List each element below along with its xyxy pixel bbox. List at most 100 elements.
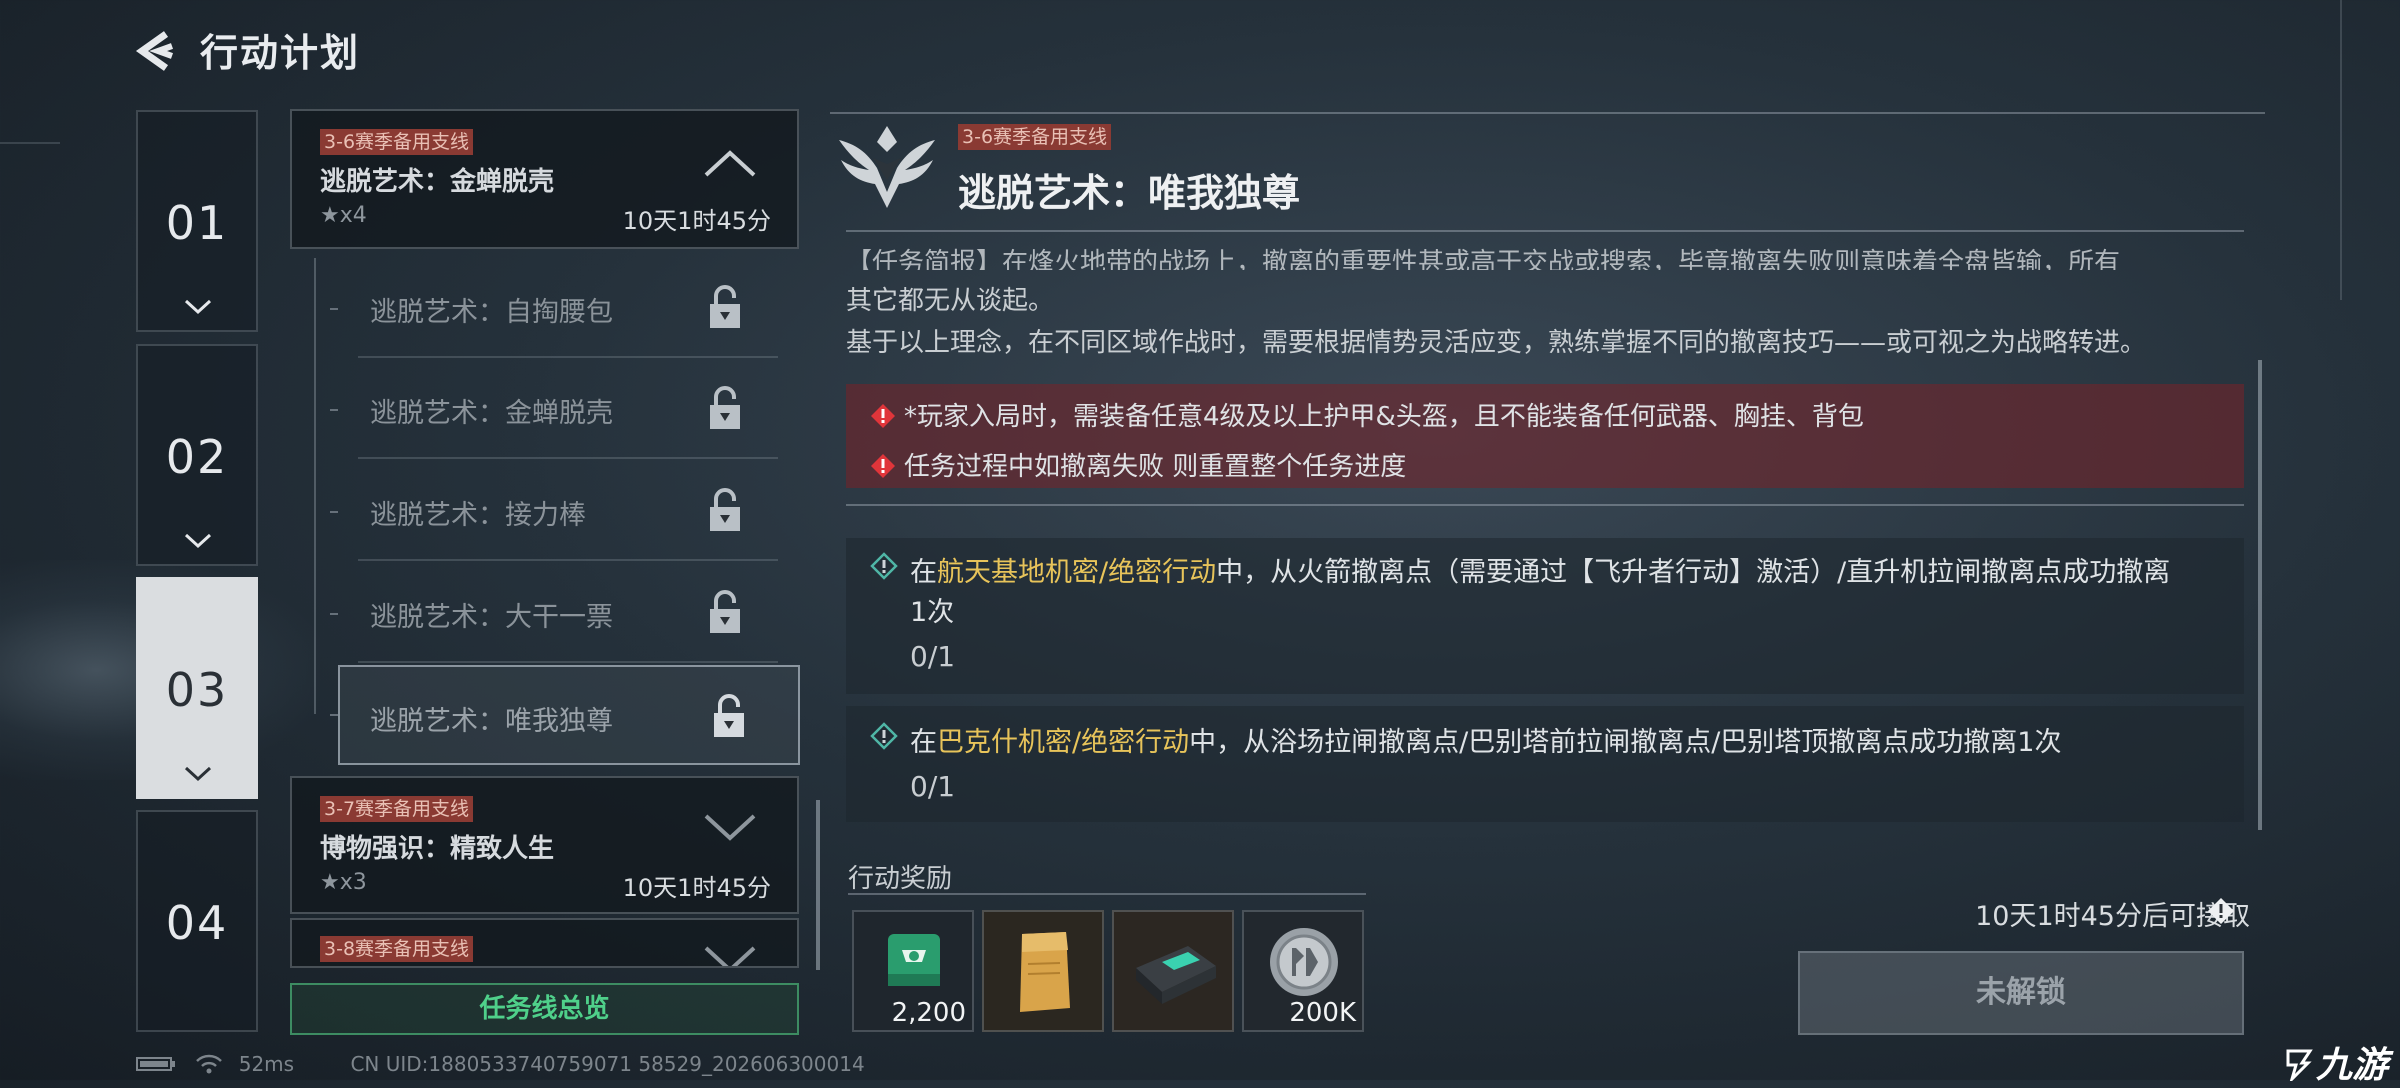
frame-decor — [2340, 0, 2342, 300]
reward-item[interactable] — [1112, 910, 1234, 1032]
green-supply-icon — [888, 934, 940, 986]
mission-overview-button[interactable]: 任务线总览 — [290, 983, 799, 1035]
mission-card-current[interactable]: 3-6赛季备用支线 逃脱艺术：金蝉脱壳 ★x4 10天1时45分 — [290, 109, 799, 249]
chapter-tab-01[interactable]: 01 — [136, 110, 258, 332]
season-tag: 3-8赛季备用支线 — [320, 936, 474, 962]
detail-scrollbar[interactable] — [2258, 360, 2262, 830]
sub-mission-item-selected[interactable]: 逃脱艺术：唯我独尊 — [338, 665, 800, 765]
frame-decor — [0, 142, 60, 144]
document-card-icon — [1020, 932, 1070, 1012]
warning-text: *玩家入局时，需装备任意4级及以上护甲&头盔，且不能装备任何武器、胸挂、背包 — [904, 402, 1864, 432]
warning-row: 任务过程中如撤离失败 则重置整个任务进度 — [870, 446, 1406, 483]
mission-timer: 10天1时45分 — [622, 874, 771, 902]
chevron-up-icon[interactable] — [702, 147, 758, 179]
rewards-title: 行动奖励 — [848, 864, 953, 894]
reward-qty: 200K — [1289, 998, 1356, 1028]
chevron-down-icon — [184, 766, 212, 782]
panel-top-rule — [830, 112, 2265, 114]
mission-card-after[interactable]: 3-8赛季备用支线 — [290, 918, 799, 968]
reward-qty: 2,200 — [891, 998, 966, 1028]
mission-card-next[interactable]: 3-7赛季备用支线 博物强识：精致人生 ★x3 10天1时45分 — [290, 776, 799, 914]
rewards-rule — [848, 893, 1366, 895]
alert-icon — [871, 454, 895, 478]
objective-card: 在巴克什机密/绝密行动中，从浴场拉闸撤离点/巴别塔前拉闸撤离点/巴别塔顶撤离点成… — [846, 706, 2244, 822]
sub-mission-item[interactable]: 逃脱艺术：金蝉脱壳 — [358, 359, 778, 459]
season-tag: 3-6赛季备用支线 — [320, 129, 474, 155]
objective-diamond-icon — [870, 722, 898, 750]
sub-mission-label: 逃脱艺术：自掏腰包 — [370, 297, 613, 328]
tree-node — [330, 511, 338, 513]
sub-mission-label: 逃脱艺术：唯我独尊 — [370, 706, 613, 737]
tree-node — [330, 308, 338, 310]
briefing-line: 其它都无从谈起。 — [846, 286, 1055, 316]
status-bar: 52ms CN UID:1880533740759071 58529_20260… — [136, 1052, 865, 1078]
reward-item[interactable]: 2,200 — [852, 910, 974, 1032]
objective-suffix: 中，从火箭撤离点（需要通过【飞升者行动】激活）/直升机拉闸撤离点成功撤离 — [1216, 557, 2171, 588]
sub-mission-item[interactable]: 逃脱艺术：接力棒 — [358, 461, 778, 561]
chapter-tab-04[interactable]: 04 — [136, 810, 258, 1032]
chapter-tab-03[interactable]: 03 — [136, 577, 258, 799]
lock-icon — [710, 285, 740, 328]
chapter-tab-02[interactable]: 02 — [136, 344, 258, 566]
mission-timer: 10天1时45分 — [622, 207, 771, 235]
objective-text: 在巴克什机密/绝密行动中，从浴场拉闸撤离点/巴别塔前拉闸撤离点/巴别塔顶撤离点成… — [910, 720, 2061, 759]
chevron-down-icon — [184, 533, 212, 549]
objective-suffix: 中，从浴场拉闸撤离点/巴别塔前拉闸撤离点/巴别塔顶撤离点成功撤离1次 — [1189, 727, 2062, 758]
mission-name: 逃脱艺术：金蝉脱壳 — [320, 167, 555, 197]
reward-item[interactable]: 200K — [1242, 910, 1364, 1032]
back-arrow-icon[interactable] — [132, 28, 178, 74]
objective-progress: 0/1 — [910, 770, 956, 803]
lock-icon — [710, 488, 740, 531]
eagle-emblem-icon — [839, 126, 935, 208]
tree-connector — [314, 258, 316, 714]
sub-mission-label: 逃脱艺术：接力棒 — [370, 500, 586, 531]
objective-diamond-icon — [870, 552, 898, 580]
list-scrollbar[interactable] — [816, 800, 820, 970]
mission-stars: ★x4 — [320, 203, 367, 228]
reward-item[interactable] — [982, 910, 1104, 1032]
objective-card: 在航天基地机密/绝密行动中，从火箭撤离点（需要通过【飞升者行动】激活）/直升机拉… — [846, 538, 2244, 694]
sub-mission-label: 逃脱艺术：大干一票 — [370, 602, 613, 633]
chapter-number: 04 — [165, 896, 229, 950]
season-tag: 3-7赛季备用支线 — [320, 796, 474, 822]
page-title: 行动计划 — [200, 31, 361, 75]
lock-icon — [710, 386, 740, 429]
uid-text: CN UID:1880533740759071 58529_2026063000… — [350, 1052, 865, 1076]
chevron-down-icon — [184, 299, 212, 315]
objective-text: 在航天基地机密/绝密行动中，从火箭撤离点（需要通过【飞升者行动】激活）/直升机拉… — [910, 550, 2170, 589]
watermark-logo: 九游 — [2282, 1036, 2388, 1088]
objective-prefix: 在 — [910, 727, 937, 758]
chevron-down-icon[interactable] — [702, 944, 758, 968]
wifi-icon — [196, 1054, 223, 1074]
warning-row: *玩家入局时，需装备任意4级及以上护甲&头盔，且不能装备任何武器、胸挂、背包 — [870, 396, 1864, 433]
unlock-button[interactable]: 未解锁 — [1798, 951, 2244, 1035]
sub-mission-item[interactable]: 逃脱艺术：大干一票 — [358, 563, 778, 663]
lock-icon — [714, 694, 744, 737]
objective-map-highlight: 航天基地机密/绝密行动 — [937, 557, 1217, 588]
detail-season-tag: 3-6赛季备用支线 — [958, 124, 1112, 150]
sub-mission-item[interactable]: 逃脱艺术：自掏腰包 — [358, 258, 778, 358]
objective-map-highlight: 巴克什机密/绝密行动 — [937, 727, 1190, 758]
warning-text: 任务过程中如撤离失败 则重置整个任务进度 — [904, 452, 1407, 482]
tree-node — [330, 613, 338, 615]
objective-prefix: 在 — [910, 557, 937, 588]
chevron-down-icon[interactable] — [702, 812, 758, 844]
chapter-number: 02 — [165, 430, 229, 484]
mission-stars: ★x3 — [320, 870, 367, 895]
chapter-number: 03 — [165, 663, 229, 717]
objective-text-cont: 1次 — [910, 597, 955, 628]
silver-coin-icon — [1270, 928, 1338, 996]
warning-box: *玩家入局时，需装备任意4级及以上护甲&头盔，且不能装备任何武器、胸挂、背包 任… — [846, 384, 2244, 488]
alert-icon — [871, 404, 895, 428]
tree-node — [330, 409, 338, 411]
chapter-number: 01 — [165, 196, 229, 250]
section-rule — [846, 504, 2244, 506]
lock-icon — [710, 590, 740, 633]
mission-name: 博物强识：精致人生 — [320, 834, 555, 864]
info-alert-icon[interactable] — [2206, 896, 2236, 926]
detail-title: 逃脱艺术：唯我独尊 — [958, 171, 1301, 215]
site-logo-icon — [2286, 1049, 2313, 1085]
briefing-line: 【任务简报】在烽火地带的战场上，撤离的重要性甚或高于交战或搜索，毕竟撤离失败则意… — [846, 248, 2121, 270]
sub-mission-label: 逃脱艺术：金蝉脱壳 — [370, 398, 613, 429]
tree-node — [330, 714, 338, 716]
